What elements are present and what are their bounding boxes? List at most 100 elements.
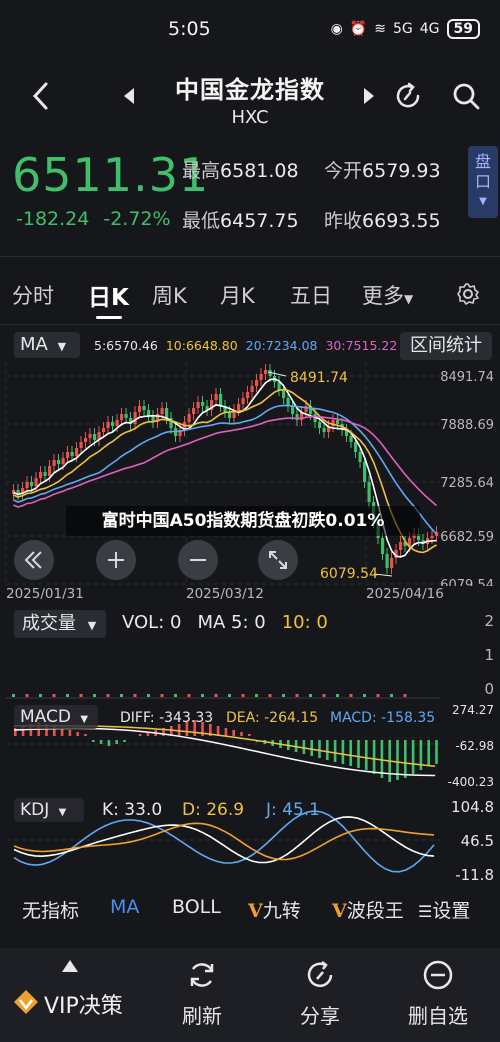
- tab-underline: [96, 316, 122, 319]
- refresh-icon[interactable]: [392, 80, 424, 112]
- ma-select[interactable]: MA ▼: [14, 332, 80, 358]
- change-row: -182.24 -2.72%: [16, 208, 171, 230]
- candle-body: [52, 460, 56, 466]
- nav-delete-watchlist-button[interactable]: 删自选: [388, 958, 488, 1029]
- y-tick-label: 7285.64: [440, 476, 494, 491]
- kdj-d-line: [13, 822, 435, 861]
- ma-values: 5:6570.46 10:6648.80 20:7234.08 30:7515.…: [94, 338, 397, 353]
- macd-dea: DEA: -264.15: [226, 710, 319, 726]
- next-stock-icon[interactable]: [360, 86, 376, 106]
- ind-tab-none[interactable]: 无指标: [22, 896, 79, 923]
- back-icon[interactable]: [26, 78, 56, 114]
- ind-tab-boll[interactable]: BOLL: [172, 896, 221, 918]
- nav-refresh-button[interactable]: 刷新: [152, 958, 252, 1029]
- candle-body: [259, 374, 263, 380]
- volume-bar: [228, 694, 231, 697]
- caret-down-icon: ▼: [404, 292, 414, 306]
- open-value: 6579.93: [362, 160, 441, 182]
- tab-more-label: 更多: [362, 284, 404, 308]
- candle-body: [237, 404, 241, 410]
- volume-bar: [160, 694, 164, 697]
- tab-intraday[interactable]: 分时: [12, 280, 54, 310]
- ind-tab-jiuzhuan[interactable]: V九转: [248, 896, 301, 923]
- candle-body: [367, 482, 371, 502]
- news-banner[interactable]: 富时中国A50指数期货盘初跌0.01%: [66, 506, 420, 536]
- scroll-left-button[interactable]: [14, 540, 54, 580]
- expand-icon: [269, 551, 287, 569]
- macd-bar: [341, 740, 345, 764]
- macd-y-tick: -400.23: [448, 775, 494, 789]
- macd-select[interactable]: MACD ▼: [14, 705, 98, 729]
- eye-icon: ◉: [330, 21, 343, 37]
- last-price: 6511.31: [12, 148, 210, 202]
- kdj-select[interactable]: KDJ ▼: [14, 798, 84, 822]
- candle-body: [84, 438, 88, 442]
- tab-weekly-k[interactable]: 周K: [152, 280, 187, 310]
- ma30-value: 30:7515.22: [325, 338, 398, 353]
- candle-body: [61, 458, 65, 464]
- macd-bar: [107, 740, 111, 746]
- stock-code: HXC: [231, 107, 269, 128]
- prev-stock-icon[interactable]: [122, 86, 138, 106]
- volume-bar: [66, 694, 69, 697]
- volume-y-tick: 2: [484, 612, 494, 630]
- macd-bar: [302, 740, 306, 754]
- y-axis-labels: 8491.74 7888.69 7285.64 6682.59 6079.54: [440, 370, 494, 586]
- candle-body: [430, 536, 434, 538]
- kdj-y-tick: -11.8: [455, 866, 494, 884]
- ind-tab-boduanwang[interactable]: V波段王: [332, 896, 404, 923]
- tab-more[interactable]: 更多▼: [362, 280, 413, 310]
- volume-bar: [93, 694, 96, 697]
- tab-monthly-k[interactable]: 月K: [220, 280, 255, 310]
- macd-bar: [138, 734, 142, 736]
- macd-bar: [84, 734, 87, 736]
- macd-y-tick: 274.27: [452, 703, 494, 717]
- y-tick-label: 6079.54: [440, 578, 494, 586]
- ind-tab-settings[interactable]: ☰设置: [418, 896, 470, 923]
- tab-daily-k[interactable]: 日K: [88, 278, 129, 312]
- volume-bar: [214, 694, 218, 697]
- status-time: 5:05: [168, 18, 211, 40]
- candle-body: [255, 380, 259, 386]
- v-badge-icon: V: [332, 900, 347, 922]
- open-label: 今开: [324, 160, 363, 182]
- change-value: -182.24: [16, 208, 90, 230]
- tab-five-day[interactable]: 五日: [290, 280, 332, 310]
- nav-refresh-label: 刷新: [182, 1004, 222, 1028]
- zoom-in-button[interactable]: [96, 540, 136, 580]
- kdj-y-tick: 104.8: [451, 798, 494, 816]
- nav-share-button[interactable]: 分享: [270, 958, 370, 1029]
- refresh-icon: [190, 963, 214, 987]
- search-icon[interactable]: [450, 80, 482, 112]
- vip-decision-button[interactable]: VIP决策: [0, 948, 150, 1042]
- macd-bar: [232, 730, 235, 736]
- gear-icon[interactable]: [456, 282, 480, 306]
- pankou-button[interactable]: 盘口 ▼: [468, 146, 498, 218]
- y-tick-label: 6682.59: [440, 530, 494, 545]
- volume-bar: [282, 694, 285, 697]
- prev-close-cell: 昨收6693.55: [324, 206, 441, 233]
- volume-bar: [12, 694, 15, 697]
- kline-chart[interactable]: 8491.74 7888.69 7285.64 6682.59 6079.54 8491…: [0, 362, 500, 586]
- candle-body: [120, 414, 124, 420]
- open-cell: 今开6579.93: [324, 156, 441, 183]
- fullscreen-button[interactable]: [258, 540, 298, 580]
- volume-bar: [174, 694, 177, 697]
- alarm-icon: ⏰: [349, 21, 368, 37]
- zoom-out-button[interactable]: [178, 540, 218, 580]
- date-label: 2025/04/16: [366, 586, 444, 602]
- v-badge-icon: V: [248, 900, 263, 922]
- candle-body: [322, 428, 326, 432]
- volume-bar: [336, 694, 339, 697]
- macd-bar: [333, 740, 337, 762]
- candle-body: [228, 412, 232, 418]
- volume-y-labels: 2 1 0: [484, 612, 494, 698]
- candle-body: [43, 472, 47, 476]
- candle-body: [124, 414, 128, 418]
- ind-tab-ma[interactable]: MA: [110, 896, 139, 918]
- macd-value: MACD: -158.35: [330, 710, 436, 726]
- candle-body: [30, 482, 34, 486]
- volume-chart[interactable]: 2 1 0: [0, 608, 500, 700]
- ind-tab-settings-label: 设置: [432, 900, 471, 922]
- interval-stats-button[interactable]: 区间统计: [400, 332, 492, 360]
